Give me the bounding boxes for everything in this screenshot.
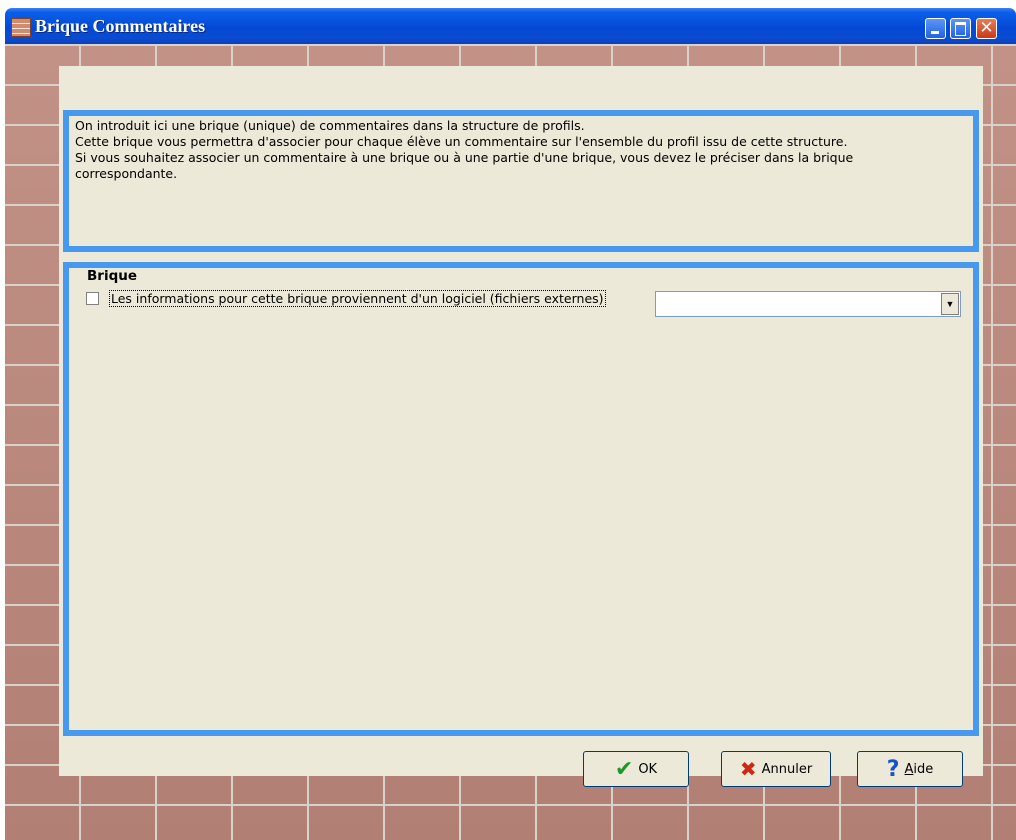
help-button-label: Aide [904,762,933,777]
minimize-icon [931,31,939,34]
window-title: Brique Commentaires [35,16,206,36]
cancel-button[interactable]: ✖ Annuler [721,751,831,787]
chevron-down-icon: ▼ [945,299,955,309]
title-bar[interactable]: Brique Commentaires ✕ [5,8,1016,44]
brique-group-title: Brique [87,268,138,284]
cross-icon: ✖ [739,757,757,781]
maximize-icon [955,22,966,36]
external-files-checkbox-label[interactable]: Les informations pour cette brique provi… [109,290,606,307]
help-icon: ? [886,756,900,782]
help-button[interactable]: ? Aide [857,751,963,787]
checkmark-icon: ✔ [614,756,634,782]
close-button[interactable]: ✕ [976,18,997,39]
info-line: correspondante. [75,166,178,181]
close-icon: ✕ [979,18,994,38]
brick-app-icon [11,18,31,37]
dialog-window: Brique Commentaires ✕ On introduit ici u… [5,8,1016,840]
info-box: On introduit ici une brique (unique) de … [63,110,979,252]
info-line: Si vous souhaitez associer un commentair… [75,150,854,165]
info-line: Cette brique vous permettra d'associer p… [75,134,848,149]
info-text: On introduit ici une brique (unique) de … [75,118,975,182]
software-select[interactable]: ▼ [655,291,961,317]
external-files-checkbox[interactable] [86,292,99,305]
maximize-button[interactable] [950,18,971,39]
help-label-rest: ide [913,761,934,777]
info-line: On introduit ici une brique (unique) de … [75,118,585,133]
brique-group: Brique Les informations pour cette briqu… [63,262,979,736]
minimize-button[interactable] [925,18,946,39]
dropdown-button[interactable]: ▼ [941,293,959,315]
cancel-button-label: Annuler [761,761,813,777]
ok-button[interactable]: ✔ OK [583,751,689,787]
ok-button-label: OK [638,761,658,777]
